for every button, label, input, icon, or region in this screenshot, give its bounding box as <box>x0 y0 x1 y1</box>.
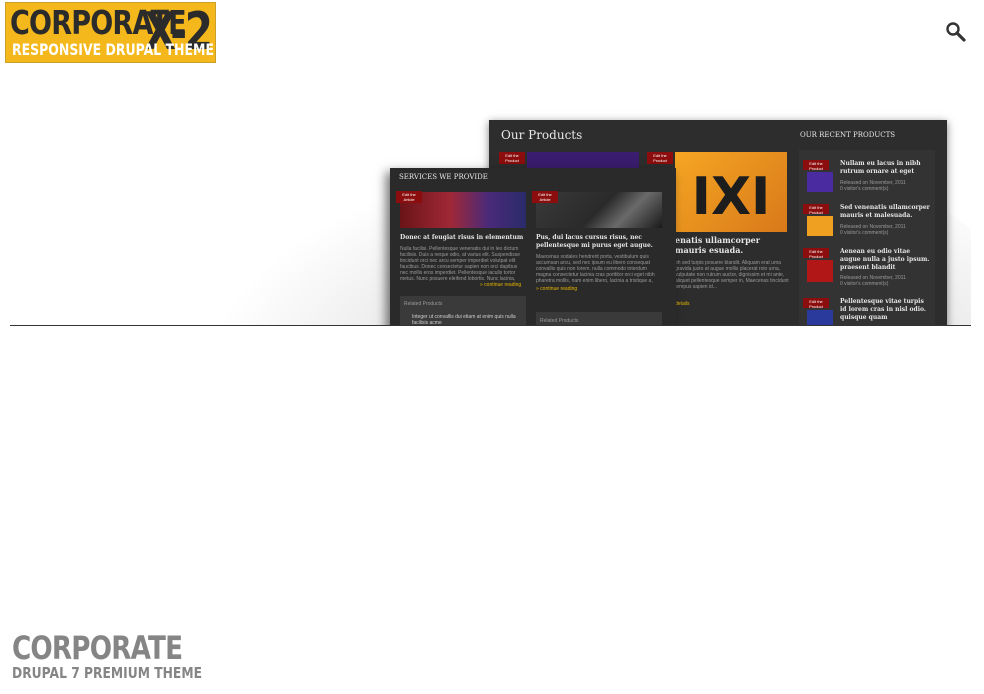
edit-tag: Edit the Article <box>532 191 558 203</box>
recent-title: Sed venenatis ullamcorper mauris et male… <box>840 204 930 219</box>
search-button[interactable] <box>944 20 968 44</box>
recent-comments: 0 visitor's comment(s) <box>840 281 889 287</box>
edit-tag: Edit the Product <box>499 152 525 164</box>
product-thumb <box>807 172 833 192</box>
products-heading: Our Products <box>501 128 583 142</box>
article-title: Donec at feugiat risus in elementum magn… <box>400 234 524 243</box>
edit-tag: Edit the Article <box>396 191 422 203</box>
product-thumb <box>807 216 833 236</box>
recent-title: Pellentesque vitae turpis id lorem cras … <box>840 298 927 321</box>
related-heading: Related Products <box>540 318 579 324</box>
continue-reading-link[interactable]: » continue reading <box>536 286 596 292</box>
site-logo[interactable]: CORPORATE X-2 RESPONSIVE DRUPAL THEME <box>5 2 216 63</box>
recent-title: Aenean eu odio vitae augue nulla a justo… <box>840 248 930 271</box>
product-image-ixi: IXI <box>675 152 787 232</box>
edit-tag: Edit the Product <box>803 160 829 171</box>
product-details-link[interactable]: details <box>675 301 715 307</box>
product-title: enatis ullamcorper mauris esuada. <box>675 235 760 253</box>
search-icon <box>946 22 966 42</box>
slider-divider <box>10 325 971 326</box>
product-text: bh sed turpis posuere blandit. Aliquam e… <box>675 260 789 290</box>
logo-subtitle: RESPONSIVE DRUPAL THEME <box>12 40 214 59</box>
footer-logo-title: CORPORATE <box>12 629 183 667</box>
article-text: Nulla facilisi. Pellentesque venenatis d… <box>400 246 521 282</box>
recent-comments: 0 visitor's comment(s) <box>840 230 889 236</box>
article-text: Maecenas sodales hendrerit porta, vestib… <box>536 254 655 284</box>
continue-reading-link[interactable]: » continue reading <box>480 282 526 288</box>
recent-products-heading: OUR RECENT PRODUCTS <box>800 131 896 139</box>
product-thumb <box>807 310 833 326</box>
edit-tag: Edit the Product <box>803 298 829 309</box>
ixi-logo-icon: IXI <box>692 167 771 227</box>
slide-screenshot-services: SERVICES WE PROVIDE Edit the Article Don… <box>390 168 676 326</box>
footer-logo-subtitle: DRUPAL 7 PREMIUM THEME <box>12 664 202 682</box>
recent-title: Nullam eu lacus in nibh rutrum ornare at… <box>840 160 921 175</box>
product-thumb <box>807 260 833 282</box>
edit-tag: Edit the Product <box>803 248 829 259</box>
article-title: Pus, dui lacus cursus risus, nec pellent… <box>536 234 653 249</box>
services-heading: SERVICES WE PROVIDE <box>399 173 488 181</box>
svg-text:IXI: IXI <box>692 167 771 227</box>
related-heading: Related Products <box>404 301 443 307</box>
edit-tag: Edit the Product <box>803 204 829 215</box>
hero-slider[interactable]: Our Products OUR RECENT PRODUCTS Edit th… <box>10 80 971 326</box>
edit-tag: Edit the Product <box>647 152 673 164</box>
recent-comments: 0 visitor's comment(s) <box>840 186 889 192</box>
